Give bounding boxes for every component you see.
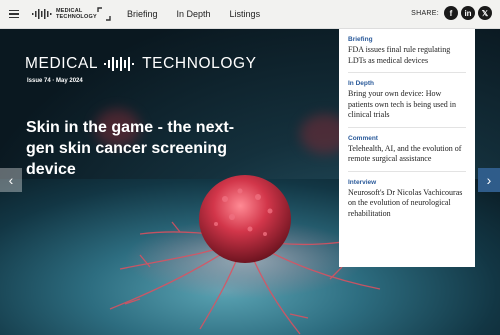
story-card[interactable]: Interview Neurosoft's Dr Nicolas Vachico… — [348, 172, 466, 226]
linkedin-icon[interactable]: in — [461, 6, 475, 20]
logo-line-2: TECHNOLOGY — [56, 14, 97, 20]
story-card[interactable]: In Depth Bring your own device: How pati… — [348, 73, 466, 128]
story-category[interactable]: In Depth — [348, 80, 466, 87]
masthead-logo-icon — [104, 57, 135, 71]
hero-headline[interactable]: Skin in the game - the next-gen skin can… — [26, 117, 246, 180]
nav-listings[interactable]: Listings — [230, 9, 261, 19]
share-bar: SHARE: f in 𝕏 — [411, 6, 492, 20]
top-navigation-bar: MEDICAL TECHNOLOGY Briefing In Depth Lis… — [0, 0, 500, 29]
masthead-right: TECHNOLOGY — [142, 55, 257, 72]
logo-mark-icon — [32, 9, 52, 19]
issue-label: Issue 74 · May 2024 — [27, 78, 83, 84]
story-card[interactable]: Briefing FDA issues final rule regulatin… — [348, 29, 466, 73]
share-label: SHARE: — [411, 9, 439, 17]
facebook-icon[interactable]: f — [444, 6, 458, 20]
site-logo[interactable]: MEDICAL TECHNOLOGY — [31, 8, 97, 20]
story-title[interactable]: Telehealth, AI, and the evolution of rem… — [348, 144, 466, 165]
story-title[interactable]: Neurosoft's Dr Nicolas Vachicouras on th… — [348, 188, 466, 220]
main-nav: Briefing In Depth Listings — [127, 9, 260, 19]
logo-text: MEDICAL TECHNOLOGY — [56, 8, 97, 20]
story-category[interactable]: Briefing — [348, 36, 466, 43]
story-title[interactable]: Bring your own device: How patients own … — [348, 89, 466, 121]
featured-stories-panel: Briefing FDA issues final rule regulatin… — [339, 29, 475, 267]
x-icon[interactable]: 𝕏 — [478, 6, 492, 20]
hamburger-menu-icon[interactable] — [9, 10, 19, 19]
masthead: MEDICAL TECHNOLOGY — [25, 55, 257, 73]
story-title[interactable]: FDA issues final rule regulating LDTs as… — [348, 45, 466, 66]
expand-corner-icon[interactable] — [97, 7, 111, 21]
story-category[interactable]: Interview — [348, 179, 466, 186]
carousel-next-button[interactable]: › — [478, 168, 500, 192]
story-category[interactable]: Comment — [348, 135, 466, 142]
nav-briefing[interactable]: Briefing — [127, 9, 158, 19]
nav-in-depth[interactable]: In Depth — [177, 9, 211, 19]
story-card[interactable]: Comment Telehealth, AI, and the evolutio… — [348, 128, 466, 172]
carousel-prev-button[interactable]: ‹ — [0, 168, 22, 192]
masthead-left: MEDICAL — [25, 55, 99, 72]
